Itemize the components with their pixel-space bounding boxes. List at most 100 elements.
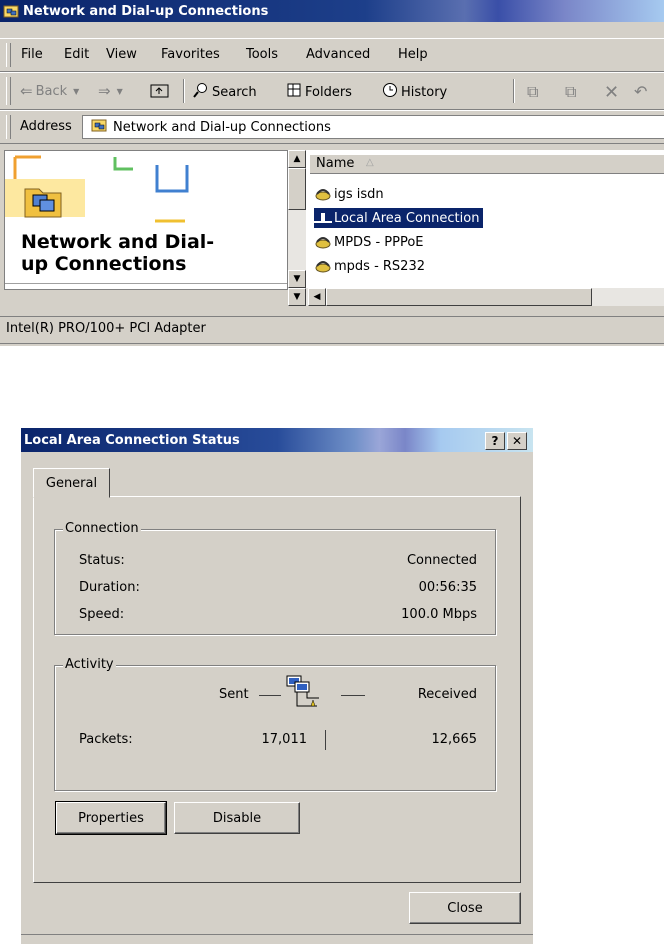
disable-label: Disable: [212, 810, 262, 826]
toolbar-separator: [513, 79, 515, 103]
connections-list-pane: ▲ ▼ Name △ igs isdn Local Area Connectio…: [288, 150, 664, 288]
up-folder-icon: [150, 82, 170, 102]
help-button[interactable]: ?: [485, 432, 505, 450]
scroll-up-icon[interactable]: ▲: [288, 150, 306, 168]
history-button[interactable]: History: [382, 82, 447, 102]
network-folder-large-icon: [23, 181, 63, 224]
packets-sent-value: 17,011: [261, 732, 308, 747]
sent-line: [259, 695, 281, 696]
close-icon: ✕: [511, 434, 523, 448]
back-label: Back: [35, 83, 68, 99]
properties-label: Properties: [78, 810, 144, 826]
search-button[interactable]: Search: [193, 82, 257, 102]
activity-group-label: Activity: [63, 657, 116, 672]
history-label: History: [401, 84, 448, 100]
toolbar-grip[interactable]: [6, 77, 11, 105]
packets-received-value: 12,665: [431, 732, 478, 747]
menu-favorites[interactable]: Favorites: [161, 47, 220, 62]
forward-button[interactable]: ⇒ ▼: [98, 82, 123, 100]
list-item[interactable]: igs isdn: [314, 184, 384, 204]
dialup-connection-icon: [314, 258, 332, 274]
scroll-thumb[interactable]: [288, 168, 306, 210]
list-item[interactable]: MPDS - PPPoE: [314, 232, 424, 252]
tab-general-label: General: [45, 475, 98, 491]
forward-arrow-icon: ⇒: [98, 82, 111, 100]
explorer-title-bar[interactable]: Network and Dial-up Connections: [0, 0, 664, 22]
delete-icon: ✕: [604, 82, 620, 103]
up-folder-button[interactable]: [150, 82, 170, 102]
status-label: Status:: [79, 553, 125, 568]
speed-label: Speed:: [79, 607, 125, 622]
received-label: Received: [417, 687, 477, 702]
folder-title-line1: Network and Dial-: [21, 231, 215, 253]
list-item-label: mpds - RS232: [334, 258, 425, 274]
dialog-title-bar[interactable]: Local Area Connection Status ? ✕: [21, 428, 533, 452]
general-tab-panel: Connection Status: Connected Duration: 0…: [33, 496, 521, 883]
folders-label: Folders: [305, 84, 352, 100]
packets-label: Packets:: [79, 732, 133, 747]
network-folder-icon: [3, 3, 19, 19]
name-column-header[interactable]: Name △: [310, 154, 664, 174]
dialog-title: Local Area Connection Status: [24, 432, 240, 448]
folders-icon: [286, 82, 302, 102]
menu-file[interactable]: File: [21, 47, 43, 62]
close-title-button[interactable]: ✕: [507, 432, 527, 450]
dialup-connection-icon: [314, 186, 332, 202]
duration-label: Duration:: [79, 580, 140, 595]
toolbar-separator: [183, 79, 185, 103]
menu-advanced[interactable]: Advanced: [306, 47, 370, 62]
address-bar-grip[interactable]: [6, 115, 11, 139]
menu-edit[interactable]: Edit: [64, 47, 89, 62]
menu-bar-grip[interactable]: [6, 43, 11, 67]
divider: [5, 283, 287, 284]
address-bar: Address Network and Dial-up Connections: [0, 110, 664, 144]
address-label: Address: [20, 119, 72, 134]
sort-ascending-icon: △: [366, 157, 374, 168]
toolbar: ⇐ Back ▼ ⇒ ▼ Search Folders History ⧉ ⧉ …: [0, 72, 664, 110]
lan-connection-icon: [314, 210, 332, 226]
scroll-left-icon[interactable]: ◀: [308, 288, 326, 306]
list-item[interactable]: Local Area Connection: [314, 208, 484, 228]
dialup-connection-icon: [314, 234, 332, 250]
address-value: Network and Dial-up Connections: [113, 119, 331, 135]
copy-to-button[interactable]: ⧉: [565, 82, 576, 102]
list-item-label: MPDS - PPPoE: [334, 234, 424, 250]
move-to-button[interactable]: ⧉: [527, 82, 538, 102]
forward-dropdown-icon: ▼: [116, 86, 123, 96]
scroll-down-icon[interactable]: ▼: [288, 288, 306, 306]
speed-value: 100.0 Mbps: [401, 607, 477, 622]
duration-value: 00:56:35: [418, 580, 477, 595]
undo-button[interactable]: ↶: [634, 82, 647, 101]
close-button[interactable]: Close: [409, 892, 521, 924]
address-field[interactable]: Network and Dial-up Connections: [82, 115, 664, 139]
properties-button[interactable]: Properties: [55, 801, 167, 835]
undo-icon: ↶: [634, 82, 648, 101]
vertical-scrollbar[interactable]: ▲ ▼: [288, 150, 306, 288]
delete-button[interactable]: ✕: [604, 82, 619, 103]
activity-divider: [325, 730, 326, 750]
menu-bar: File Edit View Favorites Tools Advanced …: [0, 38, 664, 72]
horizontal-scrollbar[interactable]: ▼ ◀: [288, 288, 664, 306]
help-icon: ?: [491, 434, 499, 448]
status-bar: Intel(R) PRO/100+ PCI Adapter: [0, 316, 664, 344]
search-label: Search: [212, 84, 257, 100]
folder-title-line2: up Connections: [21, 253, 187, 275]
menu-view[interactable]: View: [106, 47, 137, 62]
disable-button[interactable]: Disable: [174, 802, 300, 834]
status-text: Intel(R) PRO/100+ PCI Adapter: [6, 321, 206, 336]
list-item-label: igs isdn: [334, 186, 384, 202]
menu-tools[interactable]: Tools: [246, 47, 278, 62]
menu-help[interactable]: Help: [398, 47, 428, 62]
list-item[interactable]: mpds - RS232: [314, 256, 425, 276]
copy-to-icon: ⧉: [565, 82, 577, 101]
scroll-down-icon[interactable]: ▼: [288, 270, 306, 288]
folders-button[interactable]: Folders: [286, 82, 352, 102]
received-line: [341, 695, 365, 696]
dialog-bottom-edge: [21, 934, 533, 945]
network-folder-icon: [91, 117, 107, 137]
search-icon: [193, 82, 209, 102]
scroll-thumb[interactable]: [326, 288, 592, 306]
tab-general[interactable]: General: [33, 468, 110, 498]
back-button[interactable]: ⇐ Back ▼: [20, 82, 79, 100]
connection-status-dialog: Local Area Connection Status ? ✕ General…: [20, 428, 533, 944]
